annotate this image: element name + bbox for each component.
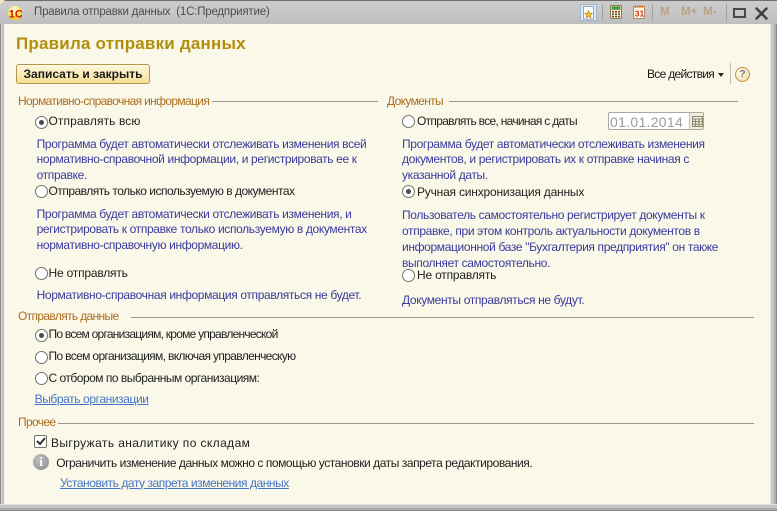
svg-text:31: 31 (635, 9, 645, 19)
svg-text:1С: 1С (9, 9, 22, 20)
